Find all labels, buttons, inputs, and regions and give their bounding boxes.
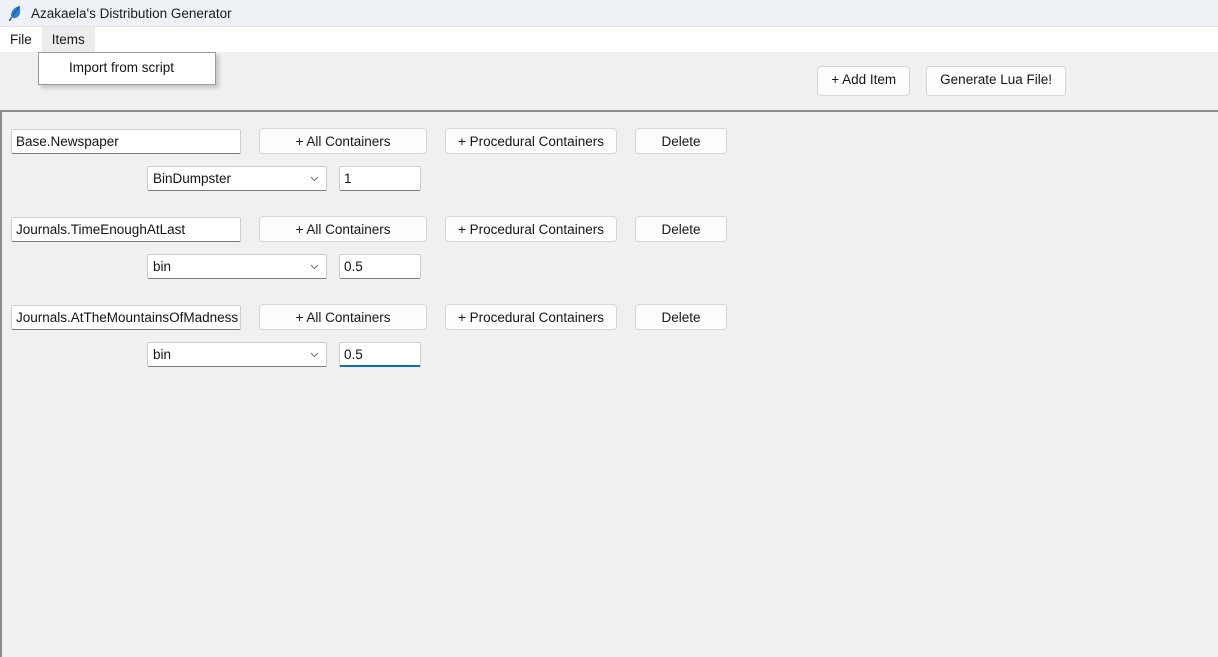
item-block: Base.Newspaper + All Containers + Proced… [2, 128, 1218, 191]
chevron-down-icon [310, 352, 319, 358]
item-value-input[interactable]: 0.5 [339, 254, 421, 279]
all-containers-button[interactable]: + All Containers [259, 304, 427, 330]
item-row-top: Journals.AtTheMountainsOfMadness + All C… [2, 304, 1218, 330]
menu-item-file[interactable]: File [0, 27, 42, 52]
item-row-bottom: BinDumpster 1 [2, 166, 1218, 191]
add-item-button[interactable]: + Add Item [817, 66, 911, 96]
delete-item-button[interactable]: Delete [634, 128, 727, 154]
delete-item-button[interactable]: Delete [634, 304, 727, 330]
items-dropdown-menu: Import from script [38, 52, 216, 85]
container-select[interactable]: bin [147, 254, 327, 279]
item-name-input[interactable]: Base.Newspaper [11, 128, 241, 154]
chevron-down-icon [310, 176, 319, 182]
procedural-containers-button[interactable]: + Procedural Containers [445, 128, 617, 154]
feather-quill-icon [8, 5, 21, 22]
item-name-input[interactable]: Journals.AtTheMountainsOfMadness [11, 304, 241, 330]
menu-item-items[interactable]: Items [41, 27, 95, 52]
chevron-down-icon [310, 264, 319, 270]
procedural-containers-button[interactable]: + Procedural Containers [445, 304, 617, 330]
item-value-input[interactable]: 1 [339, 166, 421, 191]
menu-bar: File Items [0, 27, 1218, 52]
item-row-bottom: bin 0.5 [2, 342, 1218, 367]
item-block: Journals.AtTheMountainsOfMadness + All C… [2, 304, 1218, 367]
container-select-value: BinDumpster [153, 171, 232, 186]
items-panel: Base.Newspaper + All Containers + Proced… [0, 110, 1218, 657]
all-containers-button[interactable]: + All Containers [259, 216, 427, 242]
container-select[interactable]: BinDumpster [147, 166, 327, 191]
generate-lua-file-button[interactable]: Generate Lua File! [926, 66, 1066, 96]
procedural-containers-button[interactable]: + Procedural Containers [445, 216, 617, 242]
container-select[interactable]: bin [147, 342, 327, 367]
container-select-value: bin [153, 259, 172, 274]
title-bar: Azakaela's Distribution Generator [0, 0, 1218, 27]
all-containers-button[interactable]: + All Containers [259, 128, 427, 154]
item-row-bottom: bin 0.5 [2, 254, 1218, 279]
window-title: Azakaela's Distribution Generator [31, 5, 232, 21]
item-row-top: Journals.TimeEnoughAtLast + All Containe… [2, 216, 1218, 242]
container-select-value: bin [153, 347, 172, 362]
item-value-input[interactable]: 0.5 [339, 342, 421, 367]
menu-option-import-from-script[interactable]: Import from script [39, 57, 215, 80]
item-block: Journals.TimeEnoughAtLast + All Containe… [2, 216, 1218, 279]
item-row-top: Base.Newspaper + All Containers + Proced… [2, 128, 1218, 154]
item-name-input[interactable]: Journals.TimeEnoughAtLast [11, 216, 241, 242]
delete-item-button[interactable]: Delete [634, 216, 727, 242]
